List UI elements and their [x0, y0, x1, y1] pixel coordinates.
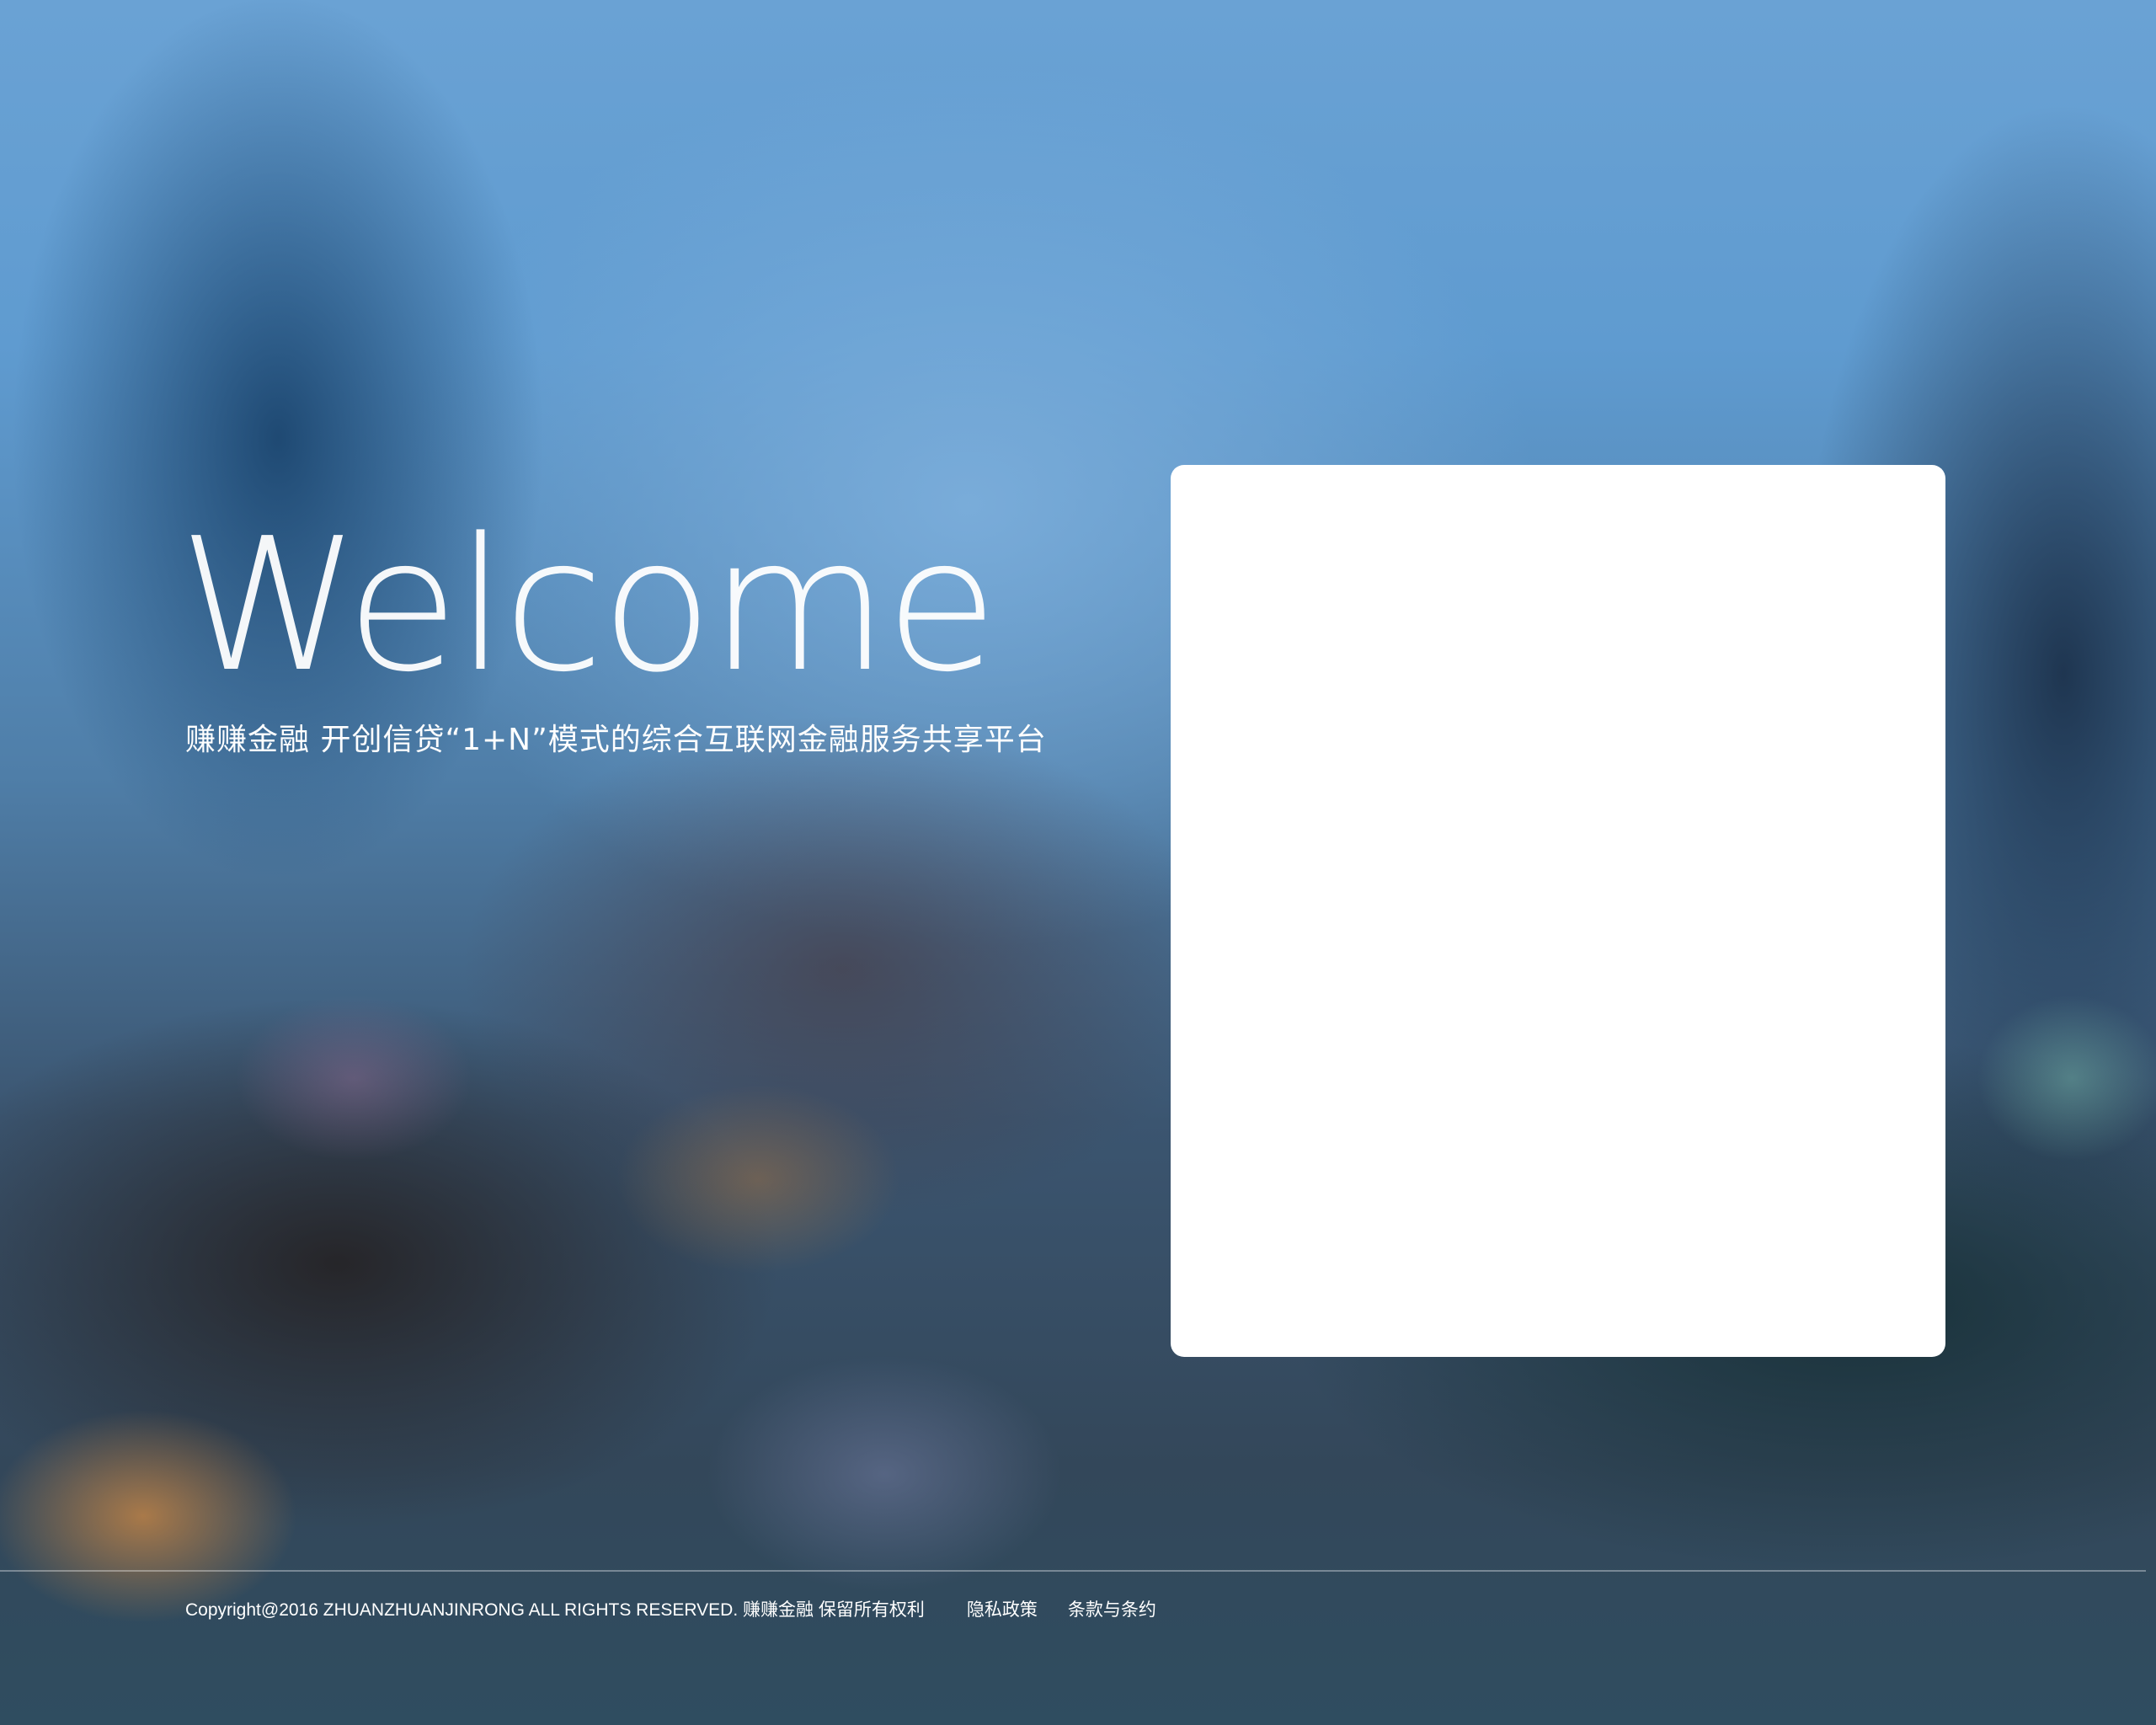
- privacy-policy-link[interactable]: 隐私政策: [967, 1595, 1038, 1626]
- footer-divider: [0, 1570, 2146, 1572]
- terms-link[interactable]: 条款与条约: [1068, 1595, 1156, 1626]
- footer: Copyright@2016 ZHUANZHUANJINRONG ALL RIG…: [185, 1595, 1187, 1626]
- login-panel[interactable]: [1171, 465, 1945, 1357]
- copyright-text: Copyright@2016 ZHUANZHUANJINRONG ALL RIG…: [185, 1600, 925, 1620]
- welcome-heading: Welcome: [179, 499, 998, 713]
- login-page: Welcome 赚赚金融 开创信贷“1+N”模式的综合互联网金融服务共享平台 C…: [0, 0, 2156, 1725]
- slogan-text: 赚赚金融 开创信贷“1+N”模式的综合互联网金融服务共享平台: [185, 723, 1047, 757]
